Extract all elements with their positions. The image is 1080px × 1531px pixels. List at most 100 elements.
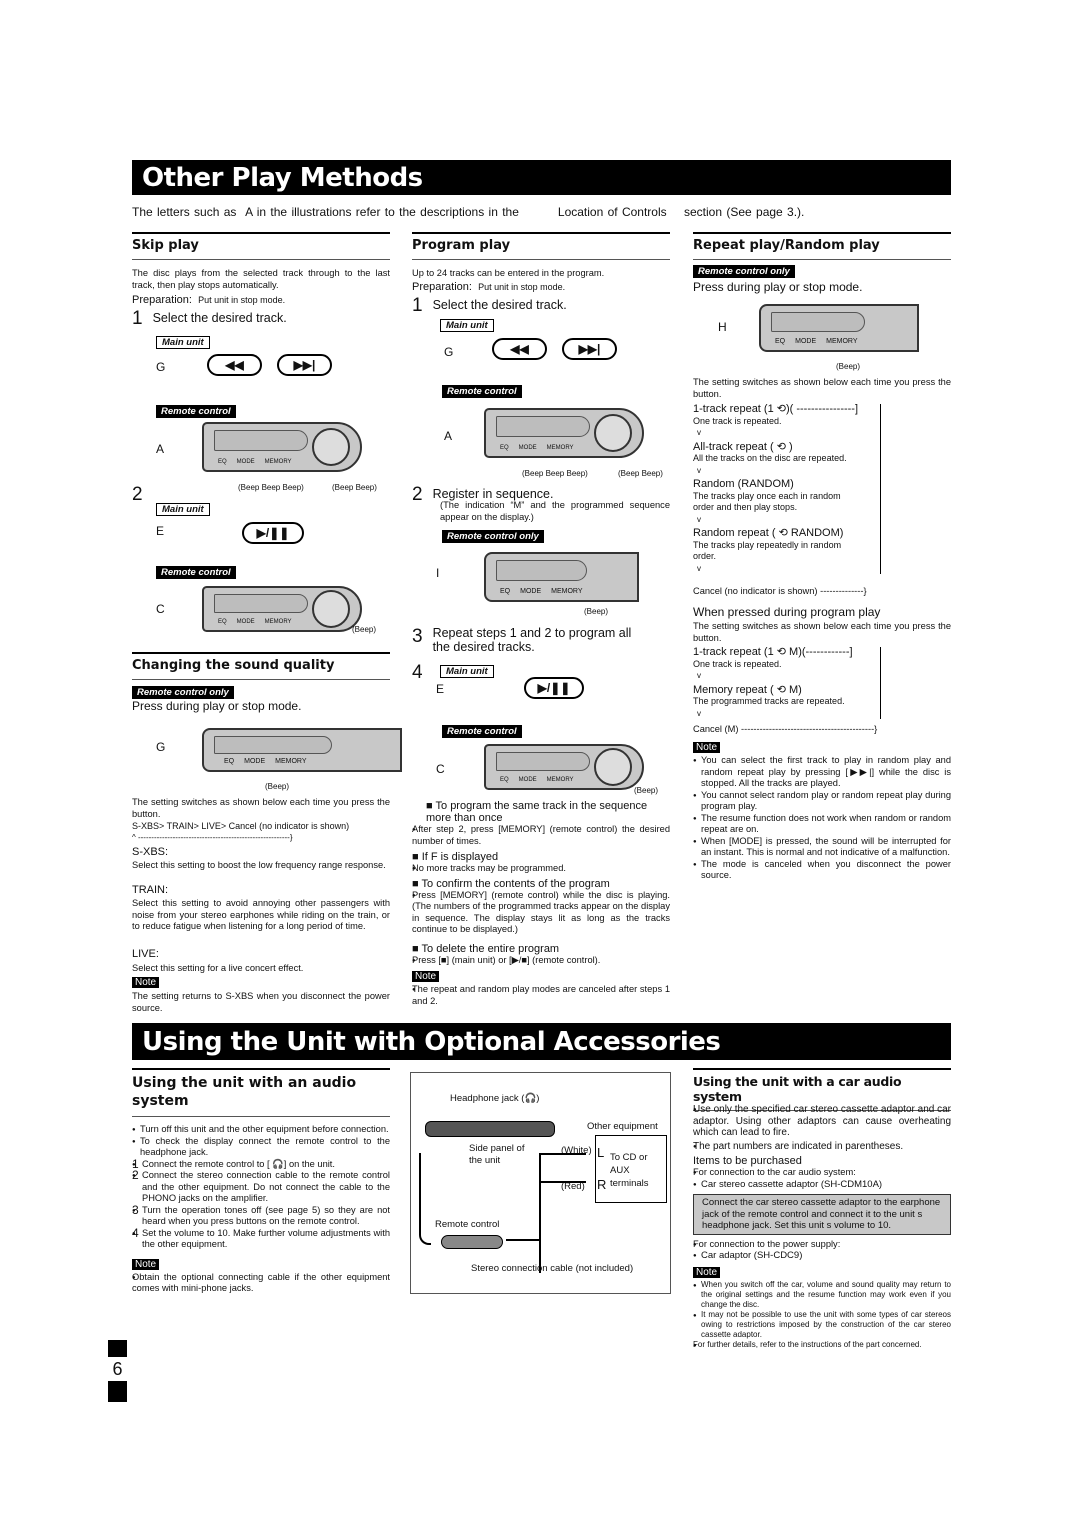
- power-connection-label: For connection to the power supply:: [693, 1239, 951, 1251]
- flow-desc: The tracks play repeatedly in random ord…: [693, 539, 842, 562]
- car-parts: The part numbers are indicated in parent…: [693, 1141, 951, 1153]
- remote-eq-illustration: EQ MODE MEMORY: [202, 728, 402, 772]
- control-letter: E: [156, 524, 165, 538]
- program-step-1: 1 Select the desired track.: [412, 295, 567, 316]
- flow-mode: Memory repeat ( ⟲ M): [693, 683, 802, 696]
- note-item: When you switch off the car, volume and …: [693, 1280, 951, 1310]
- flow-desc: The programmed tracks are repeated.: [693, 696, 845, 706]
- beep-label: (Beep Beep): [332, 483, 377, 492]
- connection-diagram: Headphone jack (🎧) Other equipment Side …: [410, 1072, 671, 1294]
- beep-label: (Beep): [265, 782, 290, 791]
- note-badge: Note: [693, 1266, 721, 1278]
- items-heading: Items to be purchased: [693, 1155, 802, 1167]
- program-step-3: 3 Repeat steps 1 and 2 to program all the…: [412, 626, 632, 654]
- further-details: For further details, refer to the instru…: [693, 1340, 951, 1351]
- cable-arrow: [506, 1239, 539, 1241]
- audio-step: 2Connect the stereo connection cable to …: [132, 1169, 390, 1205]
- sxbs-label: S-XBS:: [132, 846, 169, 858]
- flow-mode: 1-track repeat (1 ⟲)( ----------------]: [693, 403, 859, 415]
- remote-control-illustration: EQ MODE MEMORY: [202, 586, 362, 632]
- skip-prep: Preparation: Put unit in stop mode.: [132, 294, 286, 306]
- remote-only-label: Remote control only: [442, 530, 544, 543]
- sound-switch-text: The setting switches as shown below each…: [132, 797, 390, 819]
- intro-text: The letters such as: [132, 205, 237, 219]
- intro-letter: A: [245, 205, 253, 219]
- beep-label: (Beep Beep Beep): [522, 469, 588, 478]
- column-car-audio: Using the unit with a car audio system U…: [693, 1068, 951, 1368]
- remote-control-illustration: EQ MODE MEMORY: [484, 744, 644, 790]
- note-badge: Note: [132, 977, 160, 988]
- flow-cancel: Cancel (M) -----------------------------…: [693, 724, 878, 734]
- remote-control-label: Remote control: [156, 566, 236, 579]
- flow-mode: All-track repeat ( ⟲ ): [693, 440, 793, 453]
- repeat-switch-text: The setting switches as shown below each…: [693, 377, 951, 399]
- sound-note: The setting returns to S-XBS when you di…: [132, 991, 390, 1013]
- control-letter: C: [156, 602, 165, 616]
- plug-cables: [541, 1153, 586, 1183]
- tip-text: After step 2, press [MEMORY] (remote con…: [412, 824, 670, 847]
- right-channel-label: R: [597, 1177, 607, 1192]
- audio-step: 4Set the volume to 10. Make further volu…: [132, 1227, 390, 1251]
- note-item: You cannot select random play or random …: [693, 790, 951, 813]
- remote-control-illustration: [441, 1235, 503, 1249]
- audio-instructions: Turn off this unit and the other equipme…: [132, 1124, 390, 1295]
- press-during: Press during play or stop mode.: [693, 280, 863, 294]
- skip-step-2: 2: [132, 484, 143, 505]
- program-step-4: 4: [412, 662, 423, 683]
- audio-bullet: Turn off this unit and the other equipme…: [132, 1124, 390, 1136]
- remote-control-illustration: EQ MODE MEMORY: [202, 422, 362, 472]
- car-desc: Use only the specified car stereo casset…: [693, 1104, 951, 1139]
- play-pause-button[interactable]: ▶/❚❚: [242, 522, 304, 544]
- stereo-cable: [539, 1153, 541, 1273]
- cable-label: Stereo connection cable (not included): [471, 1263, 634, 1274]
- prev-button[interactable]: ◀◀: [207, 354, 262, 376]
- car-instruction-box: Connect the car stereo cassette adaptor …: [693, 1194, 951, 1235]
- flow-mode: Random repeat ( ⟲ RANDOM): [693, 527, 844, 539]
- flow-arrow: v: [697, 671, 701, 680]
- next-button[interactable]: ▶▶|: [562, 338, 617, 360]
- program-tips: ■ To program the same track in the seque…: [412, 800, 670, 1007]
- flow-arrow: v: [697, 428, 701, 437]
- repeat-flow: 1-track repeat (1 ⟲)( ----------------] …: [693, 403, 881, 574]
- note-item: You can select the first track to play i…: [693, 755, 951, 790]
- remote-cable: [419, 1153, 431, 1245]
- flow-desc: One track is repeated.: [693, 658, 782, 669]
- note-badge: Note: [412, 971, 440, 982]
- next-button[interactable]: ▶▶|: [277, 354, 332, 376]
- play-pause-button[interactable]: ▶/❚❚: [524, 677, 584, 699]
- remote-only-label: Remote control only: [132, 686, 234, 699]
- heading-sound-quality: Changing the sound quality: [132, 652, 390, 680]
- headphone-jack-label: Headphone jack (🎧): [450, 1093, 540, 1104]
- note-item: It may not be possible to use the unit w…: [693, 1310, 951, 1340]
- remote-only-label: Remote control only: [693, 265, 795, 278]
- beep-label: (Beep): [584, 607, 609, 616]
- terminals-label: To CD or AUX terminals: [610, 1152, 649, 1189]
- tip-title: ■ To program the same track in the seque…: [426, 800, 648, 824]
- train-label: TRAIN:: [132, 884, 169, 896]
- main-unit-label: Main unit: [440, 319, 494, 332]
- audio-bullet: To check the display connect the remote …: [132, 1136, 390, 1159]
- remote-control-label: Remote control: [435, 1219, 500, 1230]
- flow-mode: 1-track repeat (1 ⟲ M)(------------]: [693, 646, 853, 658]
- flow-arrow: v: [697, 708, 701, 718]
- program-repeat-flow: 1-track repeat (1 ⟲ M)(------------] One…: [693, 646, 881, 719]
- flow-desc: All the tracks on the disc are repeated.: [693, 453, 847, 463]
- control-letter: G: [156, 740, 166, 754]
- control-letter: H: [718, 320, 727, 334]
- intro-ref: Location of Controls: [557, 205, 667, 219]
- beep-label: (Beep Beep): [618, 469, 663, 478]
- skip-step-1: 1 Select the desired track.: [132, 308, 287, 329]
- main-unit-label: Main unit: [156, 336, 210, 349]
- heading-repeat-random: Repeat play/Random play: [693, 232, 951, 260]
- program-desc: Up to 24 tracks can be entered in the pr…: [412, 268, 605, 278]
- prev-button[interactable]: ◀◀: [492, 338, 547, 360]
- car-connection-label: For connection to the car audio system:: [693, 1167, 951, 1179]
- flow-mode: Random (RANDOM): [693, 478, 794, 490]
- remote-control-label: Remote control: [442, 385, 522, 398]
- repeat-notes: You can select the first track to play i…: [693, 755, 951, 882]
- flow-arrow: v: [697, 563, 701, 573]
- audio-step: 1Connect the remote control to [ 🎧] on t…: [132, 1158, 390, 1171]
- beep-label: (Beep Beep Beep): [238, 483, 304, 492]
- tip-title: ■ To confirm the contents of the program: [412, 877, 610, 890]
- live-label: LIVE:: [132, 948, 159, 960]
